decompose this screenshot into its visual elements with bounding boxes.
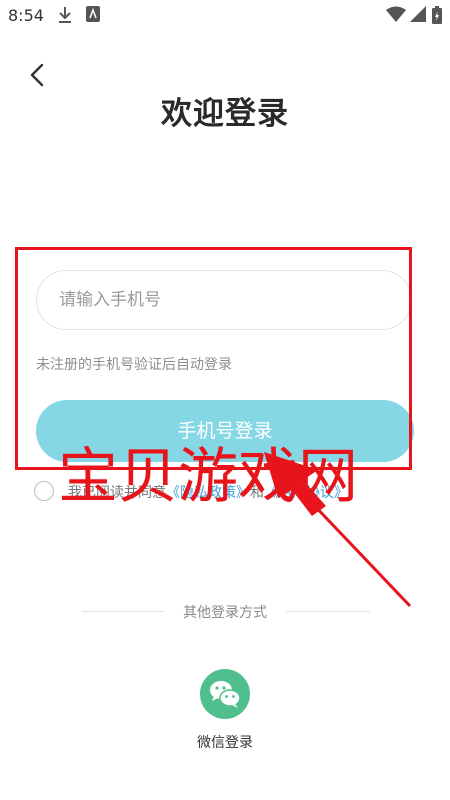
divider-right — [286, 611, 370, 612]
phone-input[interactable] — [36, 270, 412, 330]
wechat-login-label: 微信登录 — [197, 735, 253, 751]
user-agreement-link[interactable]: 《用户协议》 — [264, 485, 348, 501]
download-icon — [59, 7, 71, 23]
phone-login-button[interactable]: 手机号登录 — [36, 400, 414, 462]
status-bar: 8:54 — [0, 0, 450, 32]
status-time: 8:54 — [8, 6, 44, 25]
privacy-policy-link[interactable]: 《隐私政策》 — [166, 485, 250, 501]
agreement-text: 我已阅读并同意《隐私政策》和《用户协议》 — [68, 482, 348, 502]
page-title: 欢迎登录 — [161, 96, 289, 132]
wechat-icon — [210, 681, 241, 708]
signal-icon — [410, 6, 426, 22]
auto-register-hint: 未注册的手机号验证后自动登录 — [36, 357, 232, 373]
other-login-label: 其他登录方式 — [183, 605, 267, 621]
battery-icon — [432, 6, 442, 24]
agreement-prefix: 我已阅读并同意 — [68, 485, 166, 501]
wechat-login-button[interactable] — [200, 669, 250, 719]
agreement-checkbox[interactable] — [34, 481, 54, 501]
back-arrow-icon[interactable] — [26, 62, 52, 88]
wifi-icon — [386, 6, 406, 22]
app-notification-icon — [86, 6, 100, 22]
agreement-conjunction: 和 — [250, 485, 264, 501]
